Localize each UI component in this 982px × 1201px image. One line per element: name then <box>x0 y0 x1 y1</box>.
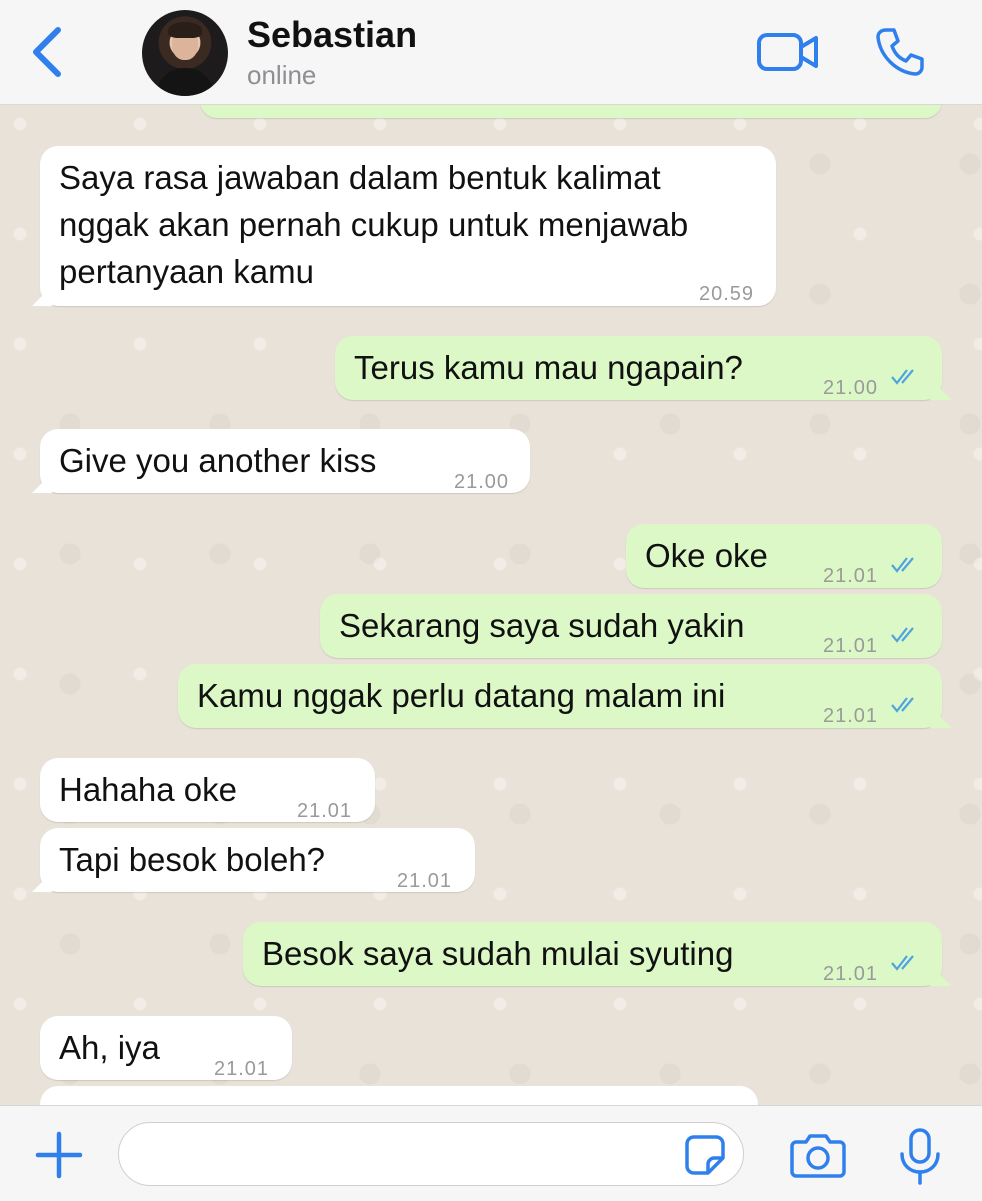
message-outgoing[interactable]: Kamu nggak perlu datang malam ini 21.01 <box>178 664 952 728</box>
message-time: 21.01 <box>823 963 879 985</box>
message-incoming[interactable]: Give you another kiss 21.00 <box>32 429 530 493</box>
message-text: Kamu nggak perlu datang malam ini <box>197 677 726 714</box>
video-camera-icon <box>757 33 818 71</box>
message-time: 21.01 <box>397 870 453 892</box>
message-time: 20.59 <box>699 283 755 305</box>
message-outgoing[interactable]: Terus kamu mau ngapain? 21.00 <box>335 336 952 400</box>
message-text: Saya rasa jawaban dalam bentuk kalimat n… <box>59 159 689 290</box>
double-check-icon <box>891 369 914 385</box>
attach-button[interactable] <box>34 1130 84 1180</box>
sticker-icon <box>685 1135 725 1175</box>
double-check-icon <box>891 557 914 573</box>
back-button[interactable] <box>28 24 68 80</box>
double-check-icon <box>891 955 914 971</box>
message-text: Ah, iya <box>59 1029 160 1066</box>
message-bubble-partial[interactable] <box>40 1086 758 1106</box>
voice-call-button[interactable] <box>874 26 926 78</box>
message-text: Besok saya sudah mulai syuting <box>262 935 734 972</box>
contact-name[interactable]: Sebastian <box>247 14 417 56</box>
message-incoming[interactable]: Saya rasa jawaban dalam bentuk kalimat n… <box>32 146 776 306</box>
message-text: Give you another kiss <box>59 442 377 479</box>
message-outgoing[interactable]: Oke oke 21.01 <box>626 524 942 588</box>
message-text: Tapi besok boleh? <box>59 841 326 878</box>
message-time: 21.01 <box>823 705 879 727</box>
message-text: Oke oke <box>645 537 768 574</box>
message-time: 21.00 <box>823 377 879 399</box>
message-outgoing[interactable]: Besok saya sudah mulai syuting 21.01 <box>243 922 952 986</box>
message-text: Terus kamu mau ngapain? <box>354 349 743 386</box>
plus-icon <box>35 1131 83 1179</box>
camera-button[interactable] <box>790 1132 846 1178</box>
message-time: 21.01 <box>823 565 879 587</box>
phone-icon <box>876 28 924 76</box>
message-time: 21.01 <box>823 635 879 657</box>
message-text: Hahaha oke <box>59 771 237 808</box>
message-text: Sekarang saya sudah yakin <box>339 607 745 644</box>
chat-area[interactable]: Saya rasa jawaban dalam bentuk kalimat n… <box>0 104 982 1106</box>
message-incoming[interactable]: Ah, iya 21.01 <box>40 1016 292 1080</box>
message-bubble-partial[interactable] <box>200 104 942 118</box>
microphone-icon <box>900 1128 940 1185</box>
microphone-button[interactable] <box>898 1128 942 1186</box>
avatar[interactable] <box>142 10 228 96</box>
composer-bar <box>0 1105 982 1201</box>
sticker-button[interactable] <box>684 1134 726 1176</box>
message-incoming[interactable]: Hahaha oke 21.01 <box>40 758 375 822</box>
double-check-icon <box>891 697 914 713</box>
camera-icon <box>790 1134 846 1178</box>
message-incoming[interactable]: Tapi besok boleh? 21.01 <box>32 828 475 892</box>
contact-status: online <box>247 60 317 90</box>
message-outgoing[interactable]: Sekarang saya sudah yakin 21.01 <box>320 594 942 658</box>
double-check-icon <box>891 627 914 643</box>
chat-header: Sebastian online <box>0 0 982 105</box>
video-call-button[interactable] <box>756 30 820 74</box>
message-input[interactable] <box>118 1122 744 1186</box>
chevron-left-icon <box>33 27 61 77</box>
message-time: 21.00 <box>454 471 510 493</box>
